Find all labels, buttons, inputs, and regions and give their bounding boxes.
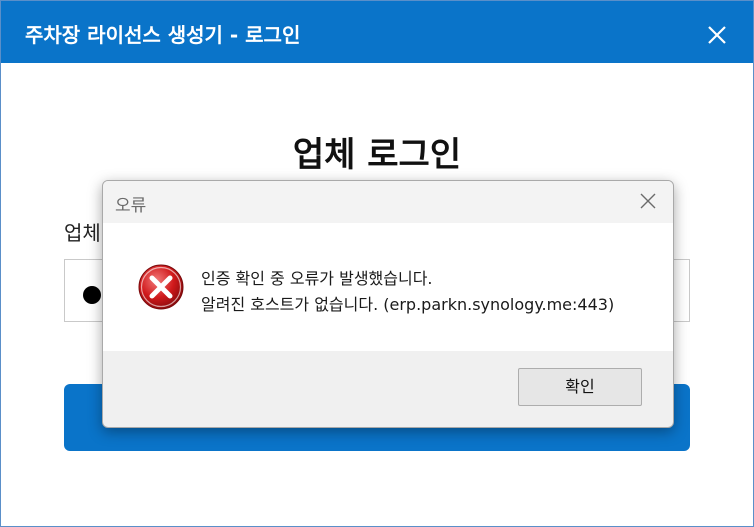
error-message-line1: 인증 확인 중 오류가 발생했습니다. (201, 269, 433, 288)
ok-button[interactable]: 확인 (518, 368, 642, 406)
dialog-body: 인증 확인 중 오류가 발생했습니다. 알려진 호스트가 없습니다. (erp.… (103, 223, 673, 351)
dialog-title: 오류 (115, 196, 147, 216)
close-icon[interactable] (705, 23, 729, 47)
title-bar: 주차장 라이선스 생성기 - 로그인 (1, 1, 753, 63)
error-dialog: 오류 인증 확인 중 오류가 발생했습니다. 알려진 호스트가 없습니다. (e… (102, 180, 674, 428)
error-icon (138, 264, 184, 310)
error-message-line2: 알려진 호스트가 없습니다. (erp.parkn.synology.me:44… (201, 295, 615, 314)
company-field-label: 업체 (64, 221, 101, 245)
close-icon[interactable] (639, 192, 657, 210)
dialog-title-bar: 오류 (103, 181, 673, 223)
page-title: 업체 로그인 (292, 135, 462, 175)
password-mask-dot (83, 286, 101, 304)
window-title: 주차장 라이선스 생성기 - 로그인 (25, 23, 301, 47)
